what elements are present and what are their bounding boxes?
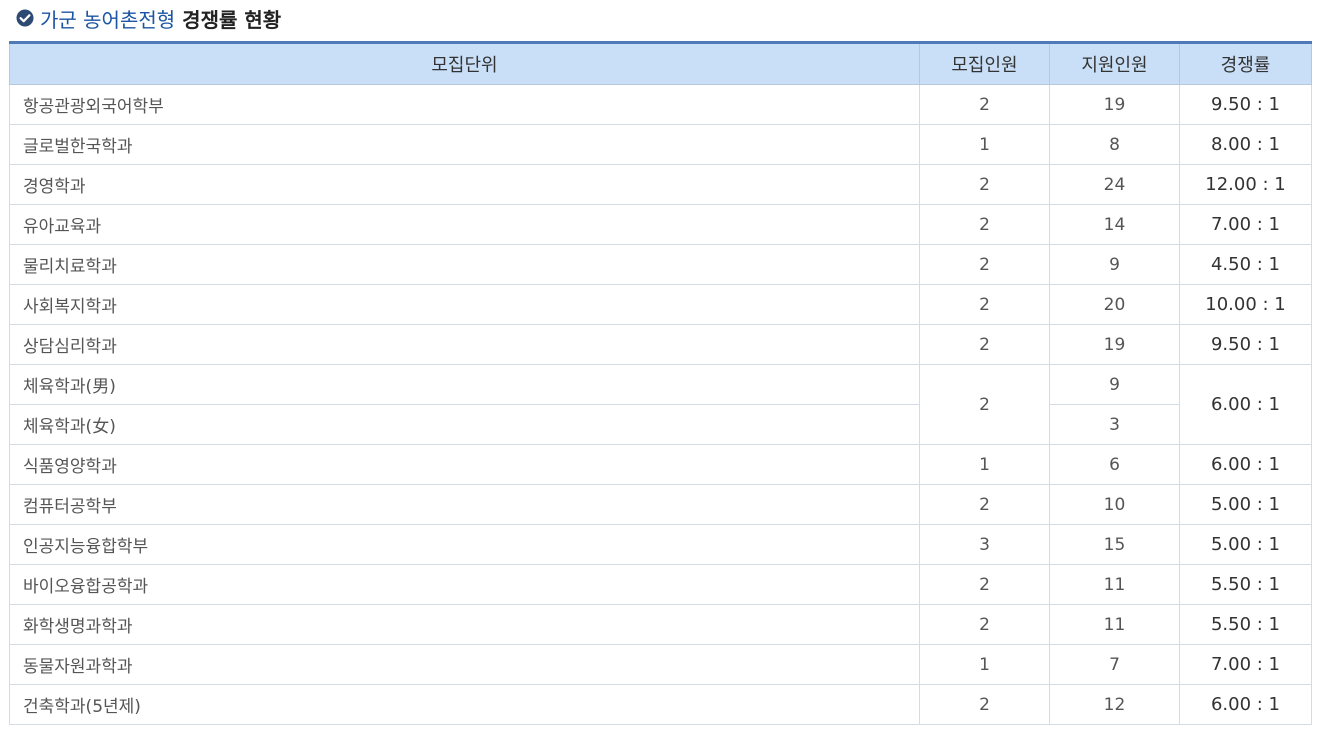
cell-quota: 2: [919, 84, 1050, 125]
cell-applicants: 11: [1049, 604, 1180, 645]
cell-unit: 경영학과: [9, 164, 920, 205]
cell-rate: 6.00 : 1: [1179, 684, 1312, 725]
competition-table: 모집단위 모집인원 지원인원 경쟁률 항공관광외국어학부 2 19 9.50 :…: [9, 41, 1312, 725]
table-header-row: 모집단위 모집인원 지원인원 경쟁률: [9, 42, 1312, 85]
title-rest: 경쟁률 현황: [182, 7, 282, 32]
cell-quota: 2: [919, 604, 1050, 645]
cell-unit: 바이오융합공학과: [9, 564, 920, 605]
cell-unit: 사회복지학과: [9, 284, 920, 325]
table-row: 컴퓨터공학부 2 10 5.00 : 1: [9, 484, 1312, 525]
table-row: 경영학과 2 24 12.00 : 1: [9, 164, 1312, 205]
table-row: 체육학과(男) 2 9 6.00 : 1: [9, 364, 1312, 445]
cell-applicants: 15: [1049, 524, 1180, 565]
cell-rate: 6.00 : 1: [1179, 364, 1312, 445]
cell-applicants: 6: [1049, 444, 1180, 485]
check-circle-icon: [16, 9, 34, 27]
cell-quota: 1: [919, 444, 1050, 485]
cell-quota: 2: [919, 564, 1050, 605]
page-title: 가군 농어촌전형 경쟁률 현황: [16, 3, 281, 33]
table-row: 물리치료학과 2 9 4.50 : 1: [9, 244, 1312, 285]
cell-unit: 글로벌한국학과: [9, 124, 920, 165]
cell-quota: 2: [919, 244, 1050, 285]
header-quota: 모집인원: [919, 42, 1050, 85]
cell-rate: 9.50 : 1: [1179, 324, 1312, 365]
table-row: 식품영양학과 1 6 6.00 : 1: [9, 444, 1312, 485]
cell-rate: 8.00 : 1: [1179, 124, 1312, 165]
cell-rate: 10.00 : 1: [1179, 284, 1312, 325]
table-row: 체육학과(女) 3: [9, 404, 1312, 445]
cell-applicants: 3: [1049, 404, 1180, 445]
cell-rate: 12.00 : 1: [1179, 164, 1312, 205]
table-row: 동물자원과학과 1 7 7.00 : 1: [9, 644, 1312, 685]
cell-applicants: 19: [1049, 84, 1180, 125]
cell-applicants: 10: [1049, 484, 1180, 525]
cell-rate: 9.50 : 1: [1179, 84, 1312, 125]
cell-unit: 유아교육과: [9, 204, 920, 245]
header-rate: 경쟁률: [1179, 42, 1312, 85]
cell-unit: 동물자원과학과: [9, 644, 920, 685]
header-unit: 모집단위: [9, 42, 920, 85]
cell-applicants: 12: [1049, 684, 1180, 725]
cell-quota: 2: [919, 484, 1050, 525]
header-applicants: 지원인원: [1049, 42, 1180, 85]
cell-quota: 1: [919, 124, 1050, 165]
cell-applicants: 11: [1049, 564, 1180, 605]
table-row: 글로벌한국학과 1 8 8.00 : 1: [9, 124, 1312, 165]
cell-unit: 물리치료학과: [9, 244, 920, 285]
cell-applicants: 9: [1049, 364, 1180, 405]
table-row: 건축학과(5년제) 2 12 6.00 : 1: [9, 684, 1312, 725]
cell-unit: 인공지능융합학부: [9, 524, 920, 565]
table-row: 유아교육과 2 14 7.00 : 1: [9, 204, 1312, 245]
cell-applicants: 24: [1049, 164, 1180, 205]
cell-quota: 2: [919, 204, 1050, 245]
cell-rate: 5.00 : 1: [1179, 524, 1312, 565]
cell-applicants: 20: [1049, 284, 1180, 325]
cell-quota: 2: [919, 164, 1050, 205]
cell-unit: 체육학과(女): [9, 404, 920, 445]
cell-unit: 체육학과(男): [9, 364, 920, 405]
table-row: 바이오융합공학과 2 11 5.50 : 1: [9, 564, 1312, 605]
cell-unit: 건축학과(5년제): [9, 684, 920, 725]
cell-rate: 5.00 : 1: [1179, 484, 1312, 525]
title-highlight: 가군 농어촌전형: [40, 7, 176, 32]
cell-applicants: 7: [1049, 644, 1180, 685]
cell-rate: 4.50 : 1: [1179, 244, 1312, 285]
cell-rate: 6.00 : 1: [1179, 444, 1312, 485]
cell-quota: 2: [919, 284, 1050, 325]
cell-unit: 화학생명과학과: [9, 604, 920, 645]
table-row: 항공관광외국어학부 2 19 9.50 : 1: [9, 84, 1312, 125]
cell-rate: 5.50 : 1: [1179, 604, 1312, 645]
cell-rate: 7.00 : 1: [1179, 644, 1312, 685]
cell-unit: 항공관광외국어학부: [9, 84, 920, 125]
cell-unit: 상담심리학과: [9, 324, 920, 365]
competition-table-wrapper: 모집단위 모집인원 지원인원 경쟁률 항공관광외국어학부 2 19 9.50 :…: [9, 41, 1312, 725]
table-row: 사회복지학과 2 20 10.00 : 1: [9, 284, 1312, 325]
cell-quota: 3: [919, 524, 1050, 565]
cell-applicants: 9: [1049, 244, 1180, 285]
table-row: 인공지능융합학부 3 15 5.00 : 1: [9, 524, 1312, 565]
cell-quota: 2: [919, 684, 1050, 725]
cell-unit: 식품영양학과: [9, 444, 920, 485]
cell-applicants: 8: [1049, 124, 1180, 165]
cell-unit: 컴퓨터공학부: [9, 484, 920, 525]
cell-quota: 2: [919, 364, 1050, 445]
cell-applicants: 14: [1049, 204, 1180, 245]
table-row: 상담심리학과 2 19 9.50 : 1: [9, 324, 1312, 365]
cell-applicants: 19: [1049, 324, 1180, 365]
cell-rate: 5.50 : 1: [1179, 564, 1312, 605]
table-row: 화학생명과학과 2 11 5.50 : 1: [9, 604, 1312, 645]
cell-quota: 1: [919, 644, 1050, 685]
cell-quota: 2: [919, 324, 1050, 365]
cell-rate: 7.00 : 1: [1179, 204, 1312, 245]
